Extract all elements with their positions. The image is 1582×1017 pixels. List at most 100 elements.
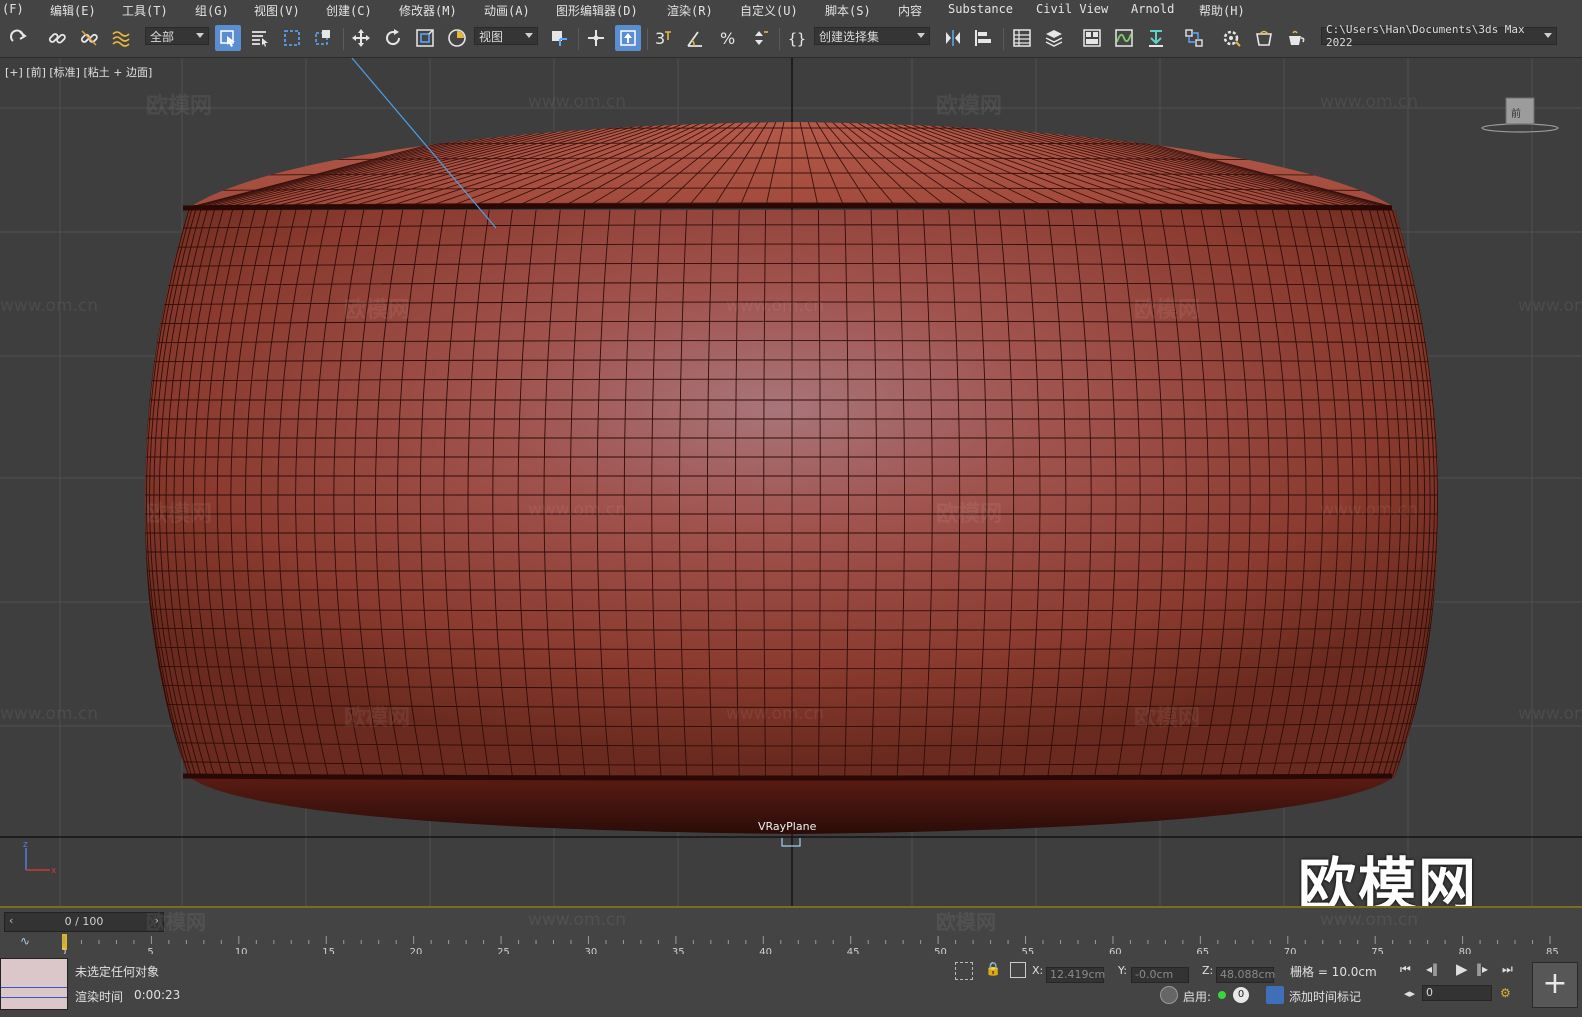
add-panel-icon[interactable]: +: [1532, 962, 1578, 1008]
named-selection-dropdown[interactable]: 创建选择集: [814, 27, 930, 45]
unlink-icon[interactable]: [78, 27, 100, 49]
toolbar-separator: [647, 28, 648, 50]
reference-coordinate-value: 视图: [479, 29, 504, 44]
main-toolbar: 全部 视图 3 % {} 创建选择集 C:\Users\Han\Document…: [0, 20, 1582, 58]
selection-filter-value: 全部: [150, 29, 175, 44]
pivot-center-icon[interactable]: [548, 27, 570, 49]
select-manipulate-icon[interactable]: [585, 27, 607, 49]
menu-customize[interactable]: 自定义(U): [740, 2, 798, 19]
menu-group[interactable]: 组(G): [195, 2, 229, 19]
align-icon[interactable]: [972, 27, 994, 49]
selection-status: 未选定任何对象: [75, 965, 160, 979]
menu-animation[interactable]: 动画(A): [484, 2, 530, 19]
menu-modifiers[interactable]: 修改器(M): [399, 2, 457, 19]
front-viewport[interactable]: z x [+] [前] [标准] [粘土 + 边面] 前 欧模网 www.om.…: [0, 58, 1582, 906]
toggle-ribbon-icon[interactable]: [1081, 27, 1103, 49]
vray-plane-gizmo[interactable]: [781, 838, 801, 847]
top-seam: [182, 203, 1393, 211]
menu-civil-view[interactable]: Civil View: [1036, 2, 1108, 16]
watermark: 欧模网: [146, 502, 213, 527]
layer-explorer-icon[interactable]: [1043, 27, 1065, 49]
lock-icon[interactable]: 🔒: [985, 962, 1001, 977]
x-label: X:: [1032, 964, 1044, 977]
menu-content[interactable]: 内容: [898, 2, 922, 19]
y-coordinate-field[interactable]: -0.0cm: [1131, 967, 1189, 983]
maxscript-listener-preview[interactable]: [0, 958, 68, 1010]
z-coordinate-field[interactable]: 48.088cm: [1216, 967, 1275, 983]
add-time-tag[interactable]: 添加时间标记: [1289, 988, 1361, 1005]
select-by-name-icon[interactable]: [249, 27, 271, 49]
next-frame-icon[interactable]: ‖▸: [1476, 962, 1488, 976]
status-bar: 未选定任何对象 渲染时间 0:00:23 🔒 X: 12.419cm Y: -0…: [0, 954, 1582, 1017]
scale-icon[interactable]: [414, 27, 436, 49]
keyboard-shortcut-override-icon[interactable]: [615, 25, 641, 51]
percent-snap-icon[interactable]: %: [717, 27, 739, 49]
render-setup-icon[interactable]: [1221, 27, 1243, 49]
mini-curve-editor-icon[interactable]: ∿: [20, 934, 30, 948]
curve-editor-icon[interactable]: [1113, 27, 1135, 49]
frame-ruler[interactable]: 0 5 10 15 20 25 30 35 40 45 50 55 60 65 70 75 80 85: [62, 934, 1562, 956]
scene-explorer-icon[interactable]: [1011, 27, 1033, 49]
schematic-view-icon[interactable]: [1145, 27, 1167, 49]
move-icon[interactable]: [350, 27, 372, 49]
menu-arnold[interactable]: Arnold: [1131, 2, 1174, 16]
timeline: ‹ 0 / 100 › 欧模网 www.om.cn 欧模网 www.om.cn …: [0, 906, 1582, 956]
render-production-icon[interactable]: [1285, 27, 1307, 49]
isolate-selection-icon[interactable]: [955, 962, 973, 980]
bind-space-warp-icon[interactable]: [110, 27, 132, 49]
watermark: 欧模网: [1134, 298, 1201, 323]
toolbar-separator: [779, 28, 780, 50]
x-coordinate-field[interactable]: 12.419cm: [1046, 967, 1105, 983]
menu-file[interactable]: (F): [2, 2, 24, 16]
absolute-mode-icon[interactable]: [1010, 962, 1026, 978]
previous-frame-icon[interactable]: ◂‖: [1426, 962, 1438, 976]
play-icon[interactable]: ▶: [1456, 960, 1468, 978]
time-configuration-icon[interactable]: ⚙: [1500, 986, 1511, 1000]
snaps-toggle-icon[interactable]: 3: [652, 27, 674, 49]
current-frame-field[interactable]: 0: [1422, 985, 1492, 1001]
grid-size: 栅格 = 10.0cm: [1290, 965, 1377, 979]
menu-scripting[interactable]: 脚本(S): [825, 2, 871, 19]
menu-rendering[interactable]: 渲染(R): [667, 2, 713, 19]
menu-create[interactable]: 创建(C): [326, 2, 372, 19]
placement-icon[interactable]: [446, 27, 468, 49]
toolbar-separator: [578, 28, 579, 50]
rendered-frame-window-icon[interactable]: [1253, 27, 1275, 49]
spinner-snap-icon[interactable]: [749, 27, 771, 49]
time-tag-icon[interactable]: [1266, 986, 1284, 1004]
go-to-end-icon[interactable]: ⏭: [1502, 962, 1513, 977]
selection-filter-dropdown[interactable]: 全部: [145, 27, 209, 45]
menu-bar: (F) 编辑(E) 工具(T) 组(G) 视图(V) 创建(C) 修改器(M) …: [0, 0, 1582, 20]
menu-tools[interactable]: 工具(T): [122, 2, 168, 19]
select-object-icon[interactable]: [215, 25, 241, 51]
edit-named-selection-icon[interactable]: {}: [786, 27, 808, 49]
watermark: 欧模网: [344, 706, 411, 731]
menu-views[interactable]: 视图(V): [254, 2, 300, 19]
menu-substance[interactable]: Substance: [948, 2, 1013, 16]
render-time-label: 渲染时间: [75, 990, 124, 1004]
link-icon[interactable]: [46, 27, 68, 49]
window-crossing-icon[interactable]: [313, 27, 335, 49]
material-editor-icon[interactable]: [1183, 27, 1205, 49]
viewport-label[interactable]: [+] [前] [标准] [粘土 + 边面]: [5, 64, 152, 80]
reference-coordinate-dropdown[interactable]: 视图: [474, 27, 538, 45]
watermark-url: www.om.cn: [726, 296, 825, 316]
redo-icon[interactable]: [8, 27, 30, 49]
mirror-icon[interactable]: [942, 27, 964, 49]
menu-help[interactable]: 帮助(H): [1199, 2, 1245, 19]
angle-snap-icon[interactable]: [685, 27, 707, 49]
render-time-value: 0:00:23: [134, 988, 181, 1002]
toolbar-separator: [1003, 28, 1004, 50]
viewport-canvas: z x: [0, 58, 1582, 906]
rectangular-selection-icon[interactable]: [281, 27, 303, 49]
adaptive-degradation-icon[interactable]: [1160, 986, 1178, 1004]
project-path-dropdown[interactable]: C:\Users\Han\Documents\3ds Max 2022: [1321, 23, 1557, 49]
menu-edit[interactable]: 编辑(E): [50, 2, 96, 19]
object-label-vrayplane[interactable]: VRayPlane: [758, 820, 816, 833]
menu-graph-editors[interactable]: 图形编辑器(D): [556, 2, 638, 19]
y-label: Y:: [1118, 964, 1127, 977]
rotate-icon[interactable]: [382, 27, 404, 49]
time-slider[interactable]: ‹ 0 / 100 ›: [4, 912, 164, 932]
key-mode-icon[interactable]: ◂▸: [1404, 987, 1415, 1000]
go-to-start-icon[interactable]: ⏮: [1400, 962, 1411, 977]
